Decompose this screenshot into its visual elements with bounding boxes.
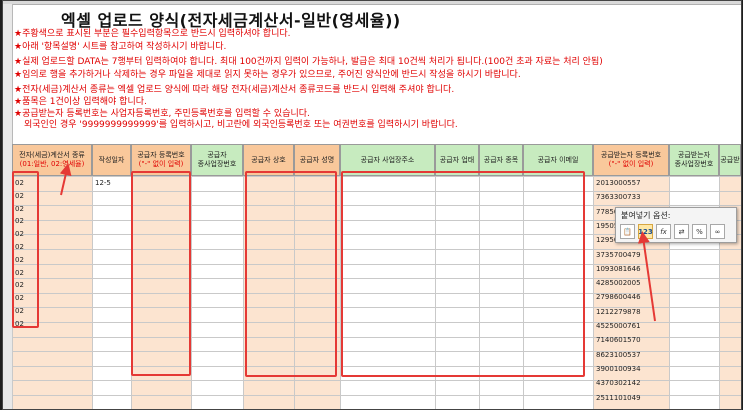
highlight-box-supplier-reg-no — [131, 171, 191, 376]
note-line: ★주황색으로 표시된 부분은 필수입력항목으로 반드시 입력하셔야 합니다. — [14, 29, 291, 39]
recipient-id-cell[interactable]: 7363300733 — [596, 193, 641, 201]
paste-default-icon[interactable]: 📋 — [620, 224, 635, 239]
highlight-box-supplier-details — [341, 171, 585, 377]
note-line: ★임의로 행을 추가하거나 삭제하는 경우 파일을 제대로 읽지 못하는 경우가… — [14, 70, 521, 80]
note-line: ★전자(세금)계산서 종류는 엑셀 업로드 양식에 따라 해당 전자(세금)계산… — [14, 85, 455, 95]
note-line: ★공급받는자 등록번호는 사업자등록번호, 주민등록번호를 입력할 수 있습니다… — [14, 109, 310, 119]
note-line: ★아래 '항목설명' 시트를 참고하여 작성하시기 바랍니다. — [14, 42, 227, 52]
paste-formatting-icon[interactable]: ⇄ — [674, 224, 689, 239]
spreadsheet-window: 엑셀 업로드 양식(전자세금계산서-일반(영세율)) ★주황색으로 표시된 부분… — [2, 0, 742, 410]
paste-values-icon[interactable]: 123 — [638, 224, 653, 239]
recipient-id-cell[interactable]: 1093081646 — [596, 265, 641, 273]
note-line: ★실제 업로드할 DATA는 7행부터 입력하여야 합니다. 최대 100건까지… — [14, 57, 603, 67]
recipient-id-cell[interactable]: 2013000557 — [596, 179, 641, 187]
paste-options-label: 붙여넣기 옵션: — [621, 211, 671, 220]
recipient-id-cell[interactable]: 4370302142 — [596, 379, 641, 387]
paste-number-format-icon[interactable]: % — [692, 224, 707, 239]
header-recipient-partial[interactable]: 공급받 — [719, 144, 741, 176]
header-supplier-branch-no[interactable]: 공급자 종사업장번호 — [191, 144, 243, 176]
paste-link-icon[interactable]: ∞ — [710, 224, 725, 239]
header-recipient-branch-no[interactable]: 공급받는자 종사업장번호 — [669, 144, 719, 176]
column-header-strip[interactable] — [3, 1, 741, 5]
header-issue-date[interactable]: 작성일자 — [92, 144, 131, 176]
sheet-title: 엑셀 업로드 양식(전자세금계산서-일반(영세율)) — [61, 11, 401, 30]
highlight-box-invoice-type — [12, 171, 39, 328]
note-line: ★품목은 1건이상 입력해야 합니다. — [14, 97, 147, 107]
recipient-id-cell[interactable]: 1212279878 — [596, 308, 641, 316]
highlight-box-supplier-name — [245, 171, 337, 377]
issue-date-value[interactable]: 12-5 — [95, 179, 111, 187]
recipient-id-cell[interactable]: 4525000761 — [596, 322, 641, 330]
recipient-id-cell[interactable]: 3900100934 — [596, 365, 641, 373]
note-line: 외국인인 경우 '9999999999999'를 입력하시고, 비고란에 외국인… — [24, 120, 458, 130]
paste-options-popup[interactable]: 붙여넣기 옵션: 📋 123 fx ⇄ % ∞ — [615, 207, 737, 243]
recipient-id-cell[interactable]: 4285002005 — [596, 279, 641, 287]
recipient-id-cell[interactable]: 3735700479 — [596, 251, 641, 259]
recipient-id-cell[interactable]: 8623100537 — [596, 351, 641, 359]
recipient-id-cell[interactable]: 2798600446 — [596, 293, 641, 301]
paste-formulas-icon[interactable]: fx — [656, 224, 671, 239]
recipient-id-cell[interactable]: 7140601570 — [596, 336, 641, 344]
recipient-id-cell[interactable]: 2511101049 — [596, 394, 641, 402]
header-recipient-reg-no[interactable]: 공급받는자 등록번호 ("-" 없이 입력) — [593, 144, 669, 176]
